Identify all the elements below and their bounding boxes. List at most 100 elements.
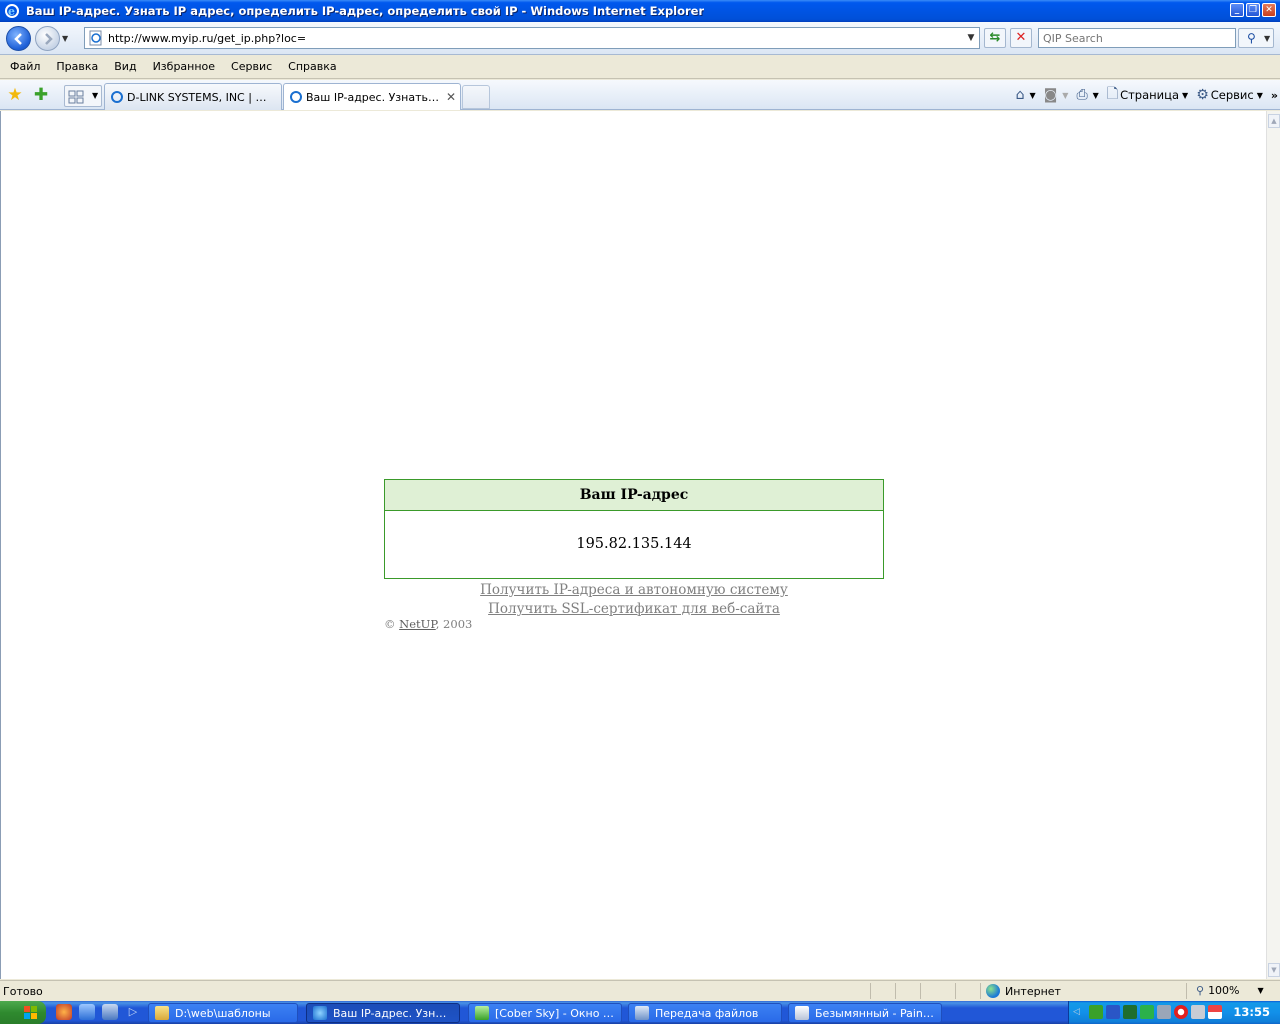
status-text: Готово [3, 985, 43, 998]
home-button[interactable]: ⌂ ▼ [1016, 87, 1036, 103]
search-icon: ⚲ [1247, 31, 1256, 45]
tab-list-dropdown[interactable]: ▼ [92, 91, 98, 100]
taskbar-label: D:\web\шаблоны [175, 1006, 271, 1020]
command-bar: ⌂ ▼ ◙ ▼ ⎙ ▼ 🗋 Страница ▼ ⚙ Сервис ▼ » [1008, 84, 1280, 106]
ie-page-icon [290, 91, 302, 103]
zoom-control[interactable]: ⚲ 100% ▼ [1196, 984, 1264, 997]
network-icon[interactable] [1089, 1005, 1103, 1019]
language-flag-icon[interactable] [1208, 1005, 1222, 1019]
print-button[interactable]: ⎙ ▼ [1076, 87, 1098, 103]
tab-bar: ★ ✚ ▼ D-LINK SYSTEMS, INC | WIR... Ваш I… [0, 80, 1280, 110]
system-tray: ◁ 13:55 [1068, 1001, 1280, 1024]
back-button[interactable] [6, 26, 31, 51]
svg-text:e: e [8, 5, 15, 18]
quicklaunch-expand-icon[interactable]: ▷ [125, 1004, 141, 1020]
folder-icon [155, 1006, 169, 1020]
ip-box-title: Ваш IP-адрес [385, 480, 883, 511]
stop-button[interactable]: ✕ [1010, 28, 1032, 48]
rss-icon: ◙ [1043, 87, 1058, 103]
speaker-icon[interactable] [1157, 1005, 1171, 1019]
qip-tray-icon[interactable] [1140, 1005, 1154, 1019]
quick-tabs-button[interactable]: ▼ [64, 85, 102, 107]
zoom-dropdown[interactable]: ▼ [1258, 986, 1264, 995]
taskbar-item-folder[interactable]: D:\web\шаблоны [148, 1003, 298, 1023]
taskbar-item-paint[interactable]: Безымянный - Paint.N... [788, 1003, 942, 1023]
page-menu-label: Страница [1120, 88, 1180, 102]
security-zone[interactable]: Интернет [986, 984, 1061, 998]
search-input[interactable] [1039, 29, 1235, 47]
menu-file[interactable]: Файл [10, 60, 40, 73]
show-desktop-icon[interactable] [79, 1004, 95, 1020]
tools-menu-button[interactable]: ⚙ Сервис ▼ [1196, 87, 1263, 103]
address-toolbar: ▼ ▼ ⇆ ✕ ⚲ ▼ [0, 22, 1280, 55]
computer-icon[interactable] [102, 1004, 118, 1020]
add-favorite-icon[interactable]: ✚ [31, 85, 51, 105]
scroll-up-arrow[interactable]: ▲ [1268, 114, 1280, 128]
title-bar: e Ваш IP-адрес. Узнать IP адрес, определ… [0, 0, 1280, 22]
back-arrow-icon [14, 33, 22, 45]
menu-tools[interactable]: Сервис [231, 60, 272, 73]
forward-arrow-icon [45, 33, 53, 45]
taskbar-item-chat[interactable]: [Cober Sky] - Окно со... [468, 1003, 622, 1023]
copyright: © NetUP, 2003 [384, 617, 472, 631]
opera-icon[interactable] [1174, 1005, 1188, 1019]
signal-icon[interactable] [1106, 1005, 1120, 1019]
refresh-button[interactable]: ⇆ [984, 28, 1006, 48]
forward-button[interactable] [35, 26, 60, 51]
start-button[interactable] [0, 1001, 46, 1024]
new-tab-button[interactable] [462, 85, 490, 109]
address-dropdown[interactable]: ▼ [963, 33, 979, 43]
address-bar[interactable]: ▼ [84, 27, 980, 49]
history-dropdown[interactable]: ▼ [62, 34, 70, 43]
page-menu-button[interactable]: 🗋 Страница ▼ [1107, 83, 1188, 107]
feeds-button[interactable]: ◙ ▼ [1044, 87, 1069, 103]
window-title: Ваш IP-адрес. Узнать IP адрес, определит… [26, 4, 705, 18]
menu-bar: Файл Правка Вид Избранное Сервис Справка [0, 55, 1280, 79]
address-input[interactable] [108, 31, 963, 45]
ip-address-value: 195.82.135.144 [576, 536, 692, 552]
close-button[interactable]: ✕ [1262, 3, 1276, 17]
taskbar-item-ie[interactable]: Ваш IP-адрес. Узнат... [306, 1003, 460, 1023]
menu-help[interactable]: Справка [288, 60, 336, 73]
scroll-down-arrow[interactable]: ▼ [1268, 963, 1280, 977]
taskbar-item-transfer[interactable]: Передача файлов [628, 1003, 782, 1023]
favorites-center-icon[interactable]: ★ [5, 85, 25, 105]
ie-icon: e [5, 4, 19, 18]
status-bar: Готово Интернет ⚲ 100% ▼ [0, 980, 1280, 1001]
search-options-dropdown[interactable]: ▼ [1264, 34, 1270, 43]
clock: 13:55 [1233, 1005, 1270, 1019]
file-transfer-icon [635, 1006, 649, 1020]
zoom-icon: ⚲ [1196, 984, 1205, 997]
search-button[interactable]: ⚲ ▼ [1238, 28, 1274, 48]
firefox-icon[interactable] [56, 1004, 72, 1020]
tab-myip[interactable]: Ваш IP-адрес. Узнать IP... ✕ [283, 83, 461, 110]
taskbar: ▷ D:\web\шаблоны Ваш IP-адрес. Узнат... … [0, 1001, 1280, 1024]
ip-address-box: Ваш IP-адрес 195.82.135.144 [384, 479, 884, 579]
menu-view[interactable]: Вид [114, 60, 136, 73]
windows-logo-icon [24, 1006, 37, 1019]
taskbar-label: Ваш IP-адрес. Узнат... [333, 1006, 453, 1020]
search-box[interactable] [1038, 28, 1236, 48]
restore-button[interactable]: ❐ [1246, 3, 1260, 17]
menu-edit[interactable]: Правка [56, 60, 98, 73]
close-tab-icon[interactable]: ✕ [446, 90, 456, 104]
menu-favorites[interactable]: Избранное [153, 60, 215, 73]
gear-icon: ⚙ [1196, 87, 1209, 103]
get-ip-as-link[interactable]: Получить IP-адреса и автономную систему [384, 581, 884, 600]
links-block: Получить IP-адреса и автономную систему … [384, 581, 884, 619]
tray-expand-icon[interactable]: ◁ [1073, 1005, 1087, 1019]
taskbar-label: [Cober Sky] - Окно со... [495, 1006, 615, 1020]
tab-dlink[interactable]: D-LINK SYSTEMS, INC | WIR... [104, 83, 282, 110]
more-commands-button[interactable]: » [1271, 89, 1278, 102]
minimize-button[interactable]: _ [1230, 3, 1244, 17]
page-icon [89, 30, 102, 46]
vertical-scrollbar[interactable]: ▲ ▼ [1266, 111, 1280, 979]
page-icon: 🗋 [1106, 86, 1119, 102]
paint-icon [795, 1006, 809, 1020]
netup-link[interactable]: NetUP [399, 617, 436, 631]
globe-icon [986, 984, 1000, 998]
tray-app-icon[interactable] [1191, 1005, 1205, 1019]
taskbar-label: Безымянный - Paint.N... [815, 1006, 935, 1020]
page-content: Ваш IP-адрес 195.82.135.144 Получить IP-… [0, 111, 1266, 979]
app-tray-icon[interactable] [1123, 1005, 1137, 1019]
